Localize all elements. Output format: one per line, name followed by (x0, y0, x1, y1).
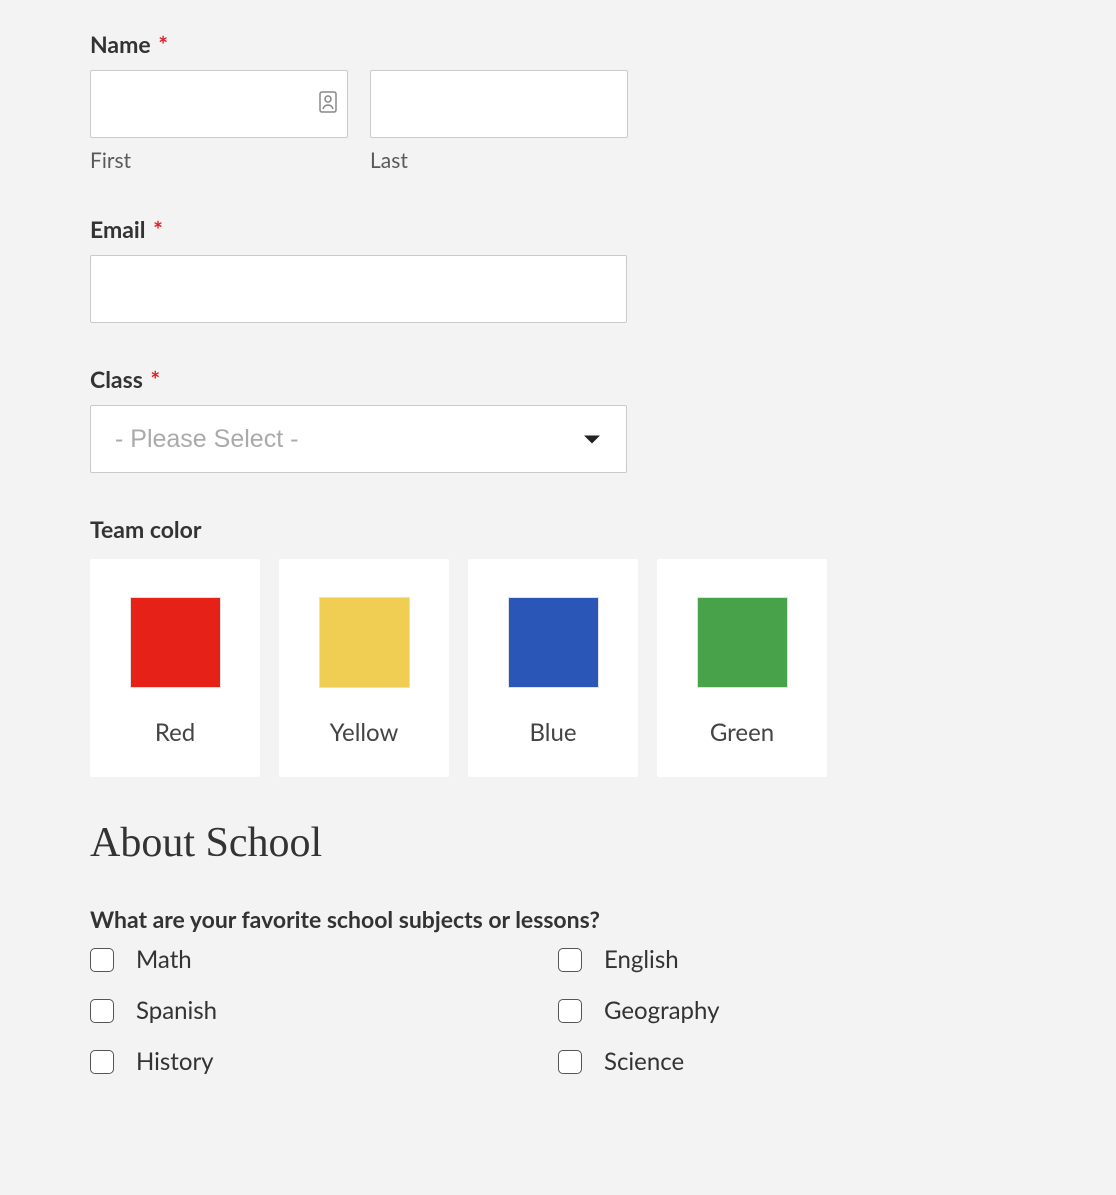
subject-row: History (90, 1047, 558, 1076)
required-asterisk: * (153, 215, 163, 243)
color-swatch (508, 597, 599, 688)
color-option-red[interactable]: Red (90, 559, 260, 777)
class-select[interactable]: - Please Select - (90, 405, 627, 473)
class-label: Class * (90, 365, 1026, 393)
subject-row: Spanish (90, 996, 558, 1025)
name-row: First Last (90, 70, 1026, 173)
last-name-col: Last (370, 70, 628, 173)
color-option-yellow[interactable]: Yellow (279, 559, 449, 777)
email-label: Email * (90, 215, 1026, 243)
subjects-field-group: What are your favorite school subjects o… (90, 905, 1026, 1076)
subject-row: English (558, 945, 1026, 974)
last-name-input[interactable] (370, 70, 628, 138)
team-color-label: Team color (90, 515, 1026, 543)
name-label: Name * (90, 30, 1026, 58)
email-field-group: Email * (90, 215, 1026, 323)
name-field-group: Name * First Las (90, 30, 1026, 173)
subjects-grid: Math Spanish History English G (90, 945, 1026, 1076)
subject-label[interactable]: Science (604, 1047, 684, 1076)
color-option-label: Green (710, 718, 774, 747)
required-asterisk: * (150, 365, 160, 393)
subject-label[interactable]: Math (136, 945, 192, 974)
color-option-blue[interactable]: Blue (468, 559, 638, 777)
last-name-sublabel: Last (370, 148, 628, 173)
subject-checkbox-history[interactable] (90, 1050, 114, 1074)
subject-label[interactable]: History (136, 1047, 214, 1076)
email-input[interactable] (90, 255, 627, 323)
team-color-field-group: Team color Red Yellow Blue Green (90, 515, 1026, 777)
form-container: Name * First Las (34, 0, 1082, 1195)
email-label-text: Email (90, 215, 145, 243)
subject-row: Geography (558, 996, 1026, 1025)
first-name-input[interactable] (90, 70, 348, 138)
class-label-text: Class (90, 365, 143, 393)
class-field-group: Class * - Please Select - (90, 365, 1026, 473)
subject-checkbox-english[interactable] (558, 948, 582, 972)
about-school-heading: About School (90, 819, 1026, 867)
required-asterisk: * (158, 30, 168, 58)
subject-label[interactable]: Spanish (136, 996, 217, 1025)
color-swatch (130, 597, 221, 688)
subjects-col-2: English Geography Science (558, 945, 1026, 1076)
subject-row: Math (90, 945, 558, 974)
subject-checkbox-math[interactable] (90, 948, 114, 972)
color-option-label: Red (155, 718, 195, 747)
color-option-label: Blue (530, 718, 577, 747)
subject-checkbox-science[interactable] (558, 1050, 582, 1074)
first-name-wrap (90, 70, 348, 138)
subjects-col-1: Math Spanish History (90, 945, 558, 1076)
first-name-sublabel: First (90, 148, 348, 173)
color-option-green[interactable]: Green (657, 559, 827, 777)
color-swatch (697, 597, 788, 688)
subject-label[interactable]: Geography (604, 996, 719, 1025)
color-swatch (319, 597, 410, 688)
subject-label[interactable]: English (604, 945, 679, 974)
subjects-label: What are your favorite school subjects o… (90, 905, 1026, 933)
first-name-col: First (90, 70, 348, 173)
name-label-text: Name (90, 30, 151, 58)
subject-checkbox-spanish[interactable] (90, 999, 114, 1023)
subject-row: Science (558, 1047, 1026, 1076)
color-option-label: Yellow (330, 718, 399, 747)
contact-card-icon (318, 90, 338, 118)
subject-checkbox-geography[interactable] (558, 999, 582, 1023)
class-select-wrap: - Please Select - (90, 405, 627, 473)
team-color-grid: Red Yellow Blue Green (90, 559, 1026, 777)
